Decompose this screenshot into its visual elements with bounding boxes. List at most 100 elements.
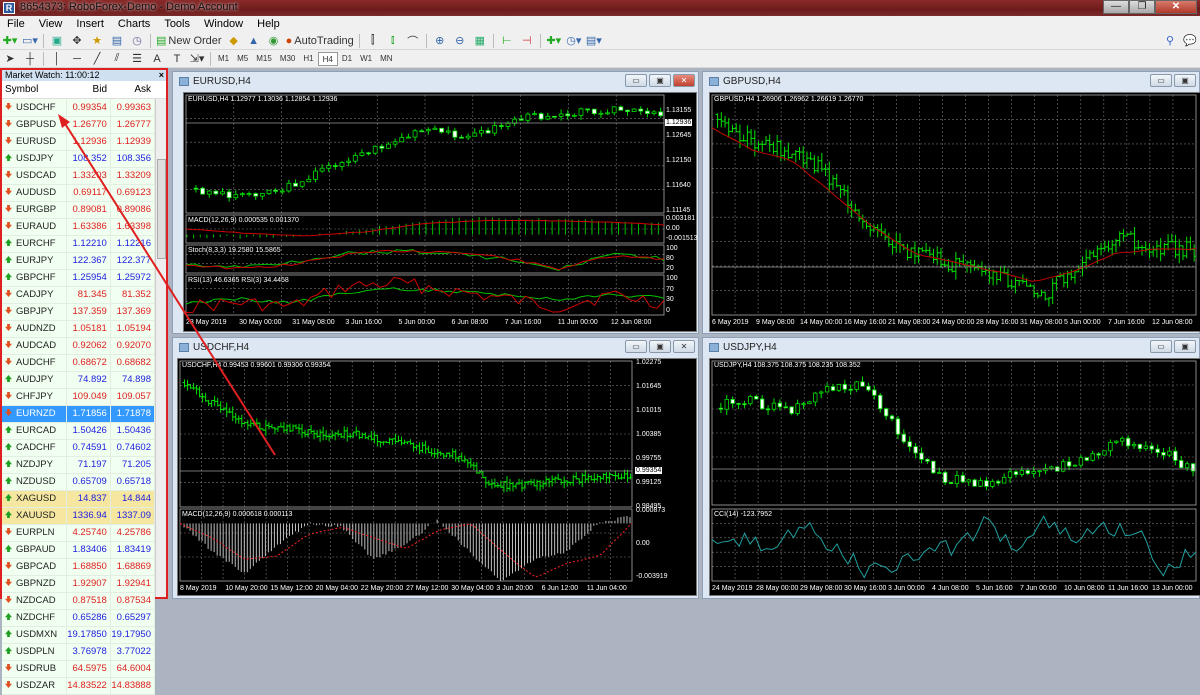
maximize-button[interactable]: ▣ — [649, 340, 671, 353]
market-watch-row[interactable]: GBPCHF 1.25954 1.25972 — [2, 269, 156, 287]
bar-chart-icon[interactable]: ⫿ — [365, 33, 381, 49]
strategy-tester-icon[interactable]: ◷ — [129, 33, 145, 49]
column-bid[interactable]: Bid — [66, 84, 110, 95]
new-chart-icon[interactable]: ✚▾ — [2, 33, 18, 49]
market-watch-row[interactable]: EURPLN 4.25740 4.25786 — [2, 524, 156, 542]
timeframe-h4[interactable]: H4 — [317, 51, 338, 66]
navigator-icon[interactable]: ★ — [89, 33, 105, 49]
candlestick-icon[interactable]: ⫾ — [385, 33, 401, 49]
column-ask[interactable]: Ask — [110, 84, 154, 95]
market-watch-row[interactable]: AUDCHF 0.68672 0.68682 — [2, 354, 156, 372]
menu-tools[interactable]: Tools — [157, 18, 197, 30]
market-watch-row[interactable]: CADJPY 81.345 81.352 — [2, 286, 156, 304]
market-watch-row[interactable]: EURUSD 1.12936 1.12939 — [2, 133, 156, 151]
market-watch-row[interactable]: XAGUSD 14.837 14.844 — [2, 490, 156, 508]
market-watch-row[interactable]: GBPCAD 1.68850 1.68869 — [2, 558, 156, 576]
trendline-icon[interactable]: ╱ — [89, 51, 105, 67]
market-watch-row[interactable]: EURAUD 1.63386 1.63398 — [2, 218, 156, 236]
menu-insert[interactable]: Insert — [69, 18, 111, 30]
market-watch-row[interactable]: AUDNZD 1.05181 1.05194 — [2, 320, 156, 338]
horizontal-line-icon[interactable]: ─ — [69, 51, 85, 67]
close-button[interactable]: ✕ — [1155, 0, 1197, 14]
menu-window[interactable]: Window — [197, 18, 250, 30]
market-watch-row[interactable]: USDRUB 64.5975 64.6004 — [2, 660, 156, 678]
market-watch-row[interactable]: AUDJPY 74.892 74.898 — [2, 371, 156, 389]
timeframe-d1[interactable]: D1 — [338, 52, 356, 66]
chart-shift-icon[interactable]: ⊢ — [499, 33, 515, 49]
market-watch-row[interactable]: EURCHF 1.12210 1.12216 — [2, 235, 156, 253]
minimize-button[interactable]: ▭ — [625, 340, 647, 353]
profiles-icon[interactable]: ▭▾ — [22, 33, 38, 49]
maximize-button[interactable]: ▣ — [1174, 340, 1196, 353]
market-watch-row[interactable]: NZDCHF 0.65286 0.65297 — [2, 609, 156, 627]
arrows-icon[interactable]: ⇲▾ — [189, 51, 205, 67]
menu-help[interactable]: Help — [250, 18, 287, 30]
timeframe-m30[interactable]: M30 — [276, 52, 300, 66]
line-chart-icon[interactable]: ⌒ — [405, 33, 421, 49]
market-watch-row[interactable]: NZDJPY 71.197 71.205 — [2, 456, 156, 474]
menu-charts[interactable]: Charts — [111, 18, 157, 30]
market-watch-row[interactable]: NZDUSD 0.65709 0.65718 — [2, 473, 156, 491]
minimize-button[interactable]: ▭ — [1150, 340, 1172, 353]
market-watch-row[interactable]: USDMXN 19.17850 19.17950 — [2, 626, 156, 644]
terminal-icon[interactable]: ▤ — [109, 33, 125, 49]
tile-windows-icon[interactable]: ▦ — [472, 33, 488, 49]
text-icon[interactable]: A — [149, 51, 165, 67]
minimize-button[interactable]: ▭ — [1150, 74, 1172, 87]
scrollbar-thumb[interactable] — [157, 159, 166, 259]
market-watch-row[interactable]: CHFJPY 109.049 109.057 — [2, 388, 156, 406]
radio-icon[interactable]: ◉ — [266, 33, 282, 49]
new-order-button[interactable]: ▤ New Order — [156, 33, 222, 49]
timeframe-m15[interactable]: M15 — [252, 52, 276, 66]
market-watch-row[interactable]: USDCHF 0.99354 0.99363 — [2, 99, 156, 117]
chart-area[interactable]: GBPUSD,H4 1.26906 1.26962 1.26619 1.2677… — [709, 92, 1200, 332]
close-button[interactable]: ✕ — [673, 74, 695, 87]
restore-button[interactable]: ❐ — [1129, 0, 1155, 14]
market-watch-icon[interactable]: ▣ — [49, 33, 65, 49]
chat-icon[interactable]: 💬 — [1182, 33, 1198, 49]
maximize-button[interactable]: ▣ — [1174, 74, 1196, 87]
chart-area[interactable]: EURUSD,H4 1.12977 1.13036 1.12854 1.1293… — [183, 92, 698, 332]
zoom-in-icon[interactable]: ⊕ — [432, 33, 448, 49]
close-button[interactable]: ✕ — [673, 340, 695, 353]
column-symbol[interactable]: Symbol — [2, 84, 66, 95]
indicators-icon[interactable]: ✚▾ — [546, 33, 562, 49]
templates-icon[interactable]: ▤▾ — [586, 33, 602, 49]
market-watch-row[interactable]: EURJPY 122.367 122.377 — [2, 252, 156, 270]
market-watch-row[interactable]: USDPLN 3.76978 3.77022 — [2, 643, 156, 661]
chart-area[interactable]: USDJPY,H4 108.375 108.375 108.235 108.35… — [709, 358, 1200, 596]
market-watch-row[interactable]: AUDCAD 0.92062 0.92070 — [2, 337, 156, 355]
market-watch-row[interactable]: USDZAR 14.83522 14.83888 — [2, 677, 156, 695]
metaeditor-icon[interactable]: ◆ — [226, 33, 242, 49]
search-icon[interactable]: ⚲ — [1162, 33, 1178, 49]
chart-area[interactable]: USDCHF,H4 0.99453 0.99601 0.99306 0.9935… — [177, 358, 697, 596]
data-window-icon[interactable]: ✥ — [69, 33, 85, 49]
market-watch-row[interactable]: EURNZD 1.71856 1.71878 — [2, 405, 156, 423]
maximize-button[interactable]: ▣ — [649, 74, 671, 87]
cursor-icon[interactable]: ➤ — [2, 51, 18, 67]
minimize-button[interactable]: ▭ — [625, 74, 647, 87]
timeframe-mn[interactable]: MN — [376, 52, 396, 66]
vertical-line-icon[interactable]: │ — [49, 51, 65, 67]
market-watch-row[interactable]: USDJPY 108.352 108.356 — [2, 150, 156, 168]
fibonacci-icon[interactable]: ☰ — [129, 51, 145, 67]
timeframe-m1[interactable]: M1 — [214, 52, 233, 66]
signals-icon[interactable]: ▲ — [246, 33, 262, 49]
zoom-out-icon[interactable]: ⊖ — [452, 33, 468, 49]
market-watch-row[interactable]: EURGBP 0.89081 0.89086 — [2, 201, 156, 219]
timeframe-w1[interactable]: W1 — [356, 52, 376, 66]
market-watch-row[interactable]: GBPUSD 1.26770 1.26777 — [2, 116, 156, 134]
menu-file[interactable]: File — [0, 18, 32, 30]
market-watch-row[interactable]: NZDCAD 0.87518 0.87534 — [2, 592, 156, 610]
menu-view[interactable]: View — [32, 18, 70, 30]
timeframe-h1[interactable]: H1 — [299, 52, 317, 66]
market-watch-row[interactable]: AUDUSD 0.69117 0.69123 — [2, 184, 156, 202]
text-label-icon[interactable]: T — [169, 51, 185, 67]
market-watch-row[interactable]: GBPAUD 1.83406 1.83419 — [2, 541, 156, 559]
market-watch-row[interactable]: EURCAD 1.50426 1.50436 — [2, 422, 156, 440]
market-watch-row[interactable]: USDCAD 1.33203 1.33209 — [2, 167, 156, 185]
minimize-button[interactable]: — — [1103, 0, 1129, 14]
close-icon[interactable]: × — [159, 70, 164, 81]
market-watch-row[interactable]: CADCHF 0.74591 0.74602 — [2, 439, 156, 457]
timeframe-m5[interactable]: M5 — [233, 52, 252, 66]
